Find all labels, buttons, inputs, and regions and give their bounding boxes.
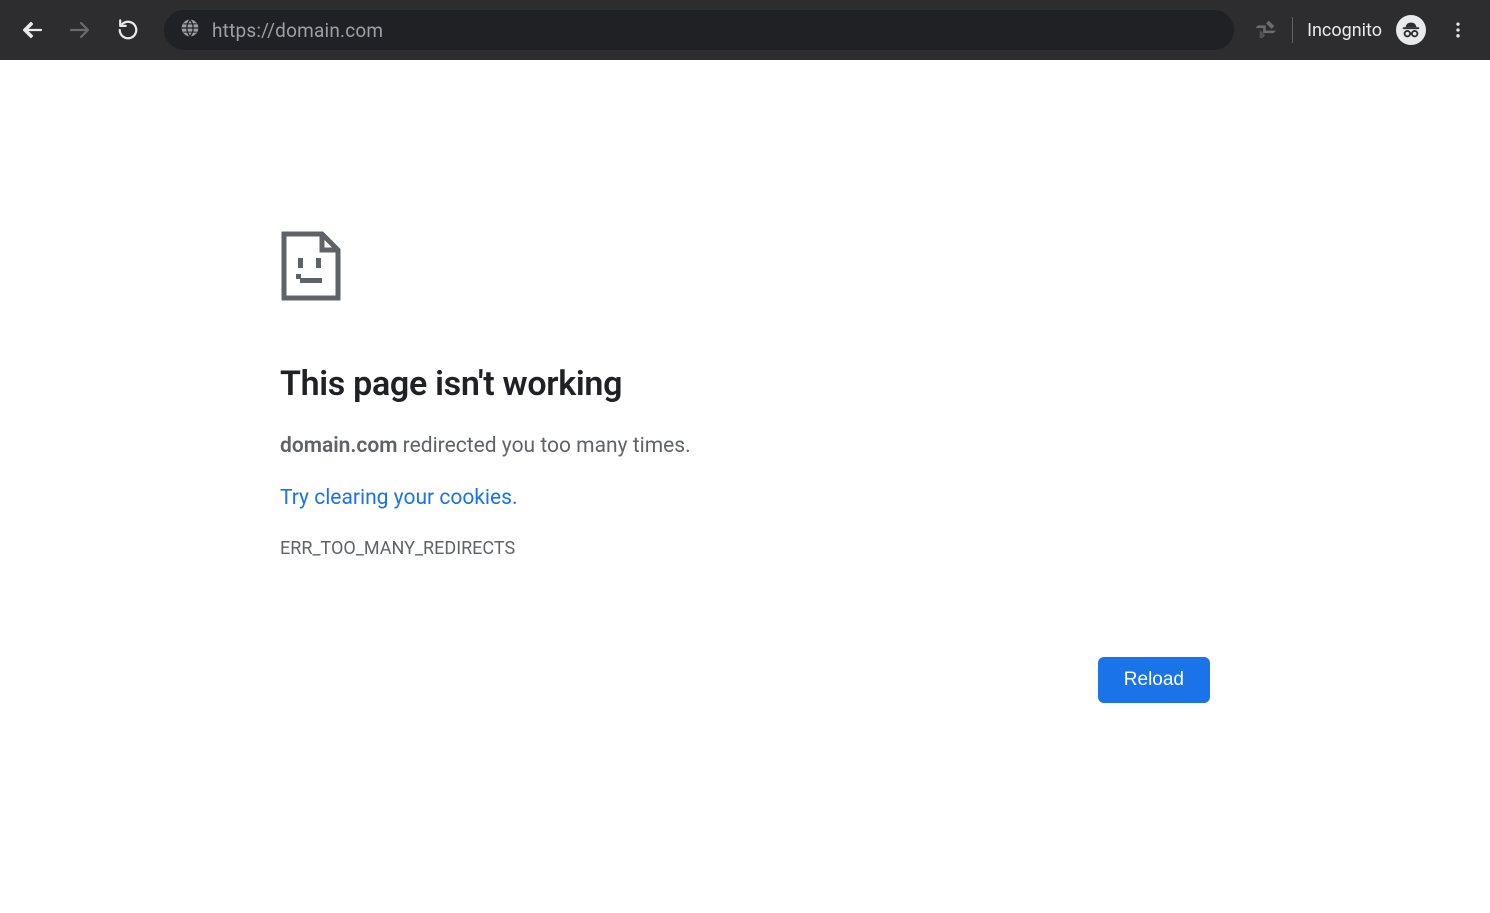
error-message-suffix: redirected you too many times. (397, 434, 690, 458)
error-title: This page isn't working (280, 364, 1210, 404)
sad-file-icon (280, 230, 1210, 306)
error-domain: domain.com (280, 434, 397, 458)
page-content: This page isn't working domain.com redir… (0, 60, 1490, 657)
incognito-badge[interactable] (1396, 15, 1426, 45)
menu-button[interactable] (1440, 12, 1476, 48)
dots-vertical-icon (1448, 20, 1468, 40)
incognito-label: Incognito (1307, 20, 1382, 41)
reload-button[interactable]: Reload (1098, 657, 1210, 703)
error-panel: This page isn't working domain.com redir… (280, 230, 1210, 657)
arrow-right-icon (68, 18, 92, 42)
error-code: ERR_TOO_MANY_REDIRECTS (280, 538, 1210, 559)
reload-icon (117, 19, 139, 41)
reload-toolbar-button[interactable] (110, 12, 146, 48)
incognito-icon (1400, 19, 1422, 41)
arrow-left-icon (20, 18, 44, 42)
extension-icon[interactable] (1256, 17, 1278, 43)
url-text: https://domain.com (212, 19, 383, 42)
browser-toolbar: https://domain.com Incognito (0, 0, 1490, 60)
toolbar-right: Incognito (1256, 12, 1476, 48)
error-description: domain.com redirected you too many times… (280, 434, 1210, 458)
toolbar-divider (1292, 17, 1293, 43)
back-button[interactable] (14, 12, 50, 48)
address-bar[interactable]: https://domain.com (164, 10, 1234, 50)
clear-cookies-link[interactable]: Try clearing your cookies. (280, 486, 518, 510)
globe-icon (180, 18, 200, 42)
forward-button[interactable] (62, 12, 98, 48)
